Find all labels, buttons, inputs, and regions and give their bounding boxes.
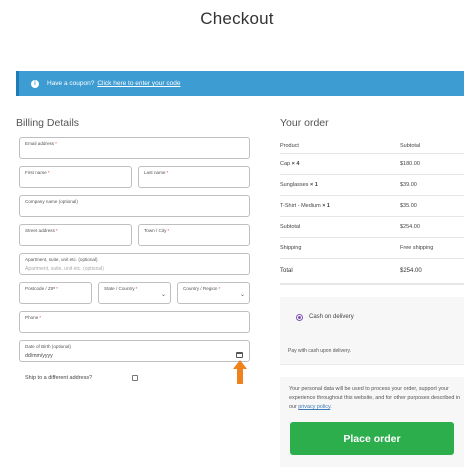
billing-details-title: Billing Details [16, 117, 80, 129]
subtotal-header: Subtotal [400, 143, 421, 149]
subtotal-label: Subtotal [280, 224, 301, 230]
required-marker: * [166, 170, 169, 175]
first-name-label: First name [25, 170, 47, 175]
apartment-field[interactable]: Apartment, suite, unit etc. (optional) A… [19, 253, 250, 275]
chevron-down-icon: ⌄ [160, 292, 166, 298]
town-city-label: Town / City [144, 228, 167, 233]
phone-field[interactable]: Phone* [19, 311, 250, 333]
payment-methods: Cash on delivery Pay with cash upon deli… [280, 297, 464, 365]
last-name-label: Last name [144, 170, 166, 175]
required-marker: * [55, 228, 58, 233]
product-qty: × 1 [309, 182, 318, 188]
product-subtotal: $39.00 [400, 182, 417, 188]
street-address-label: Street address [25, 228, 55, 233]
state-label: State / Country [104, 286, 135, 291]
shipping-row: Shipping Free shipping [280, 238, 464, 259]
shipping-label: Shipping [280, 245, 302, 251]
required-marker: * [167, 228, 170, 233]
privacy-policy-link[interactable]: privacy policy [298, 404, 330, 410]
postcode-field[interactable]: Postcode / ZIP* [19, 282, 92, 304]
date-of-birth-value: dd/mm/yyyy [25, 353, 53, 359]
your-order-title: Your order [280, 117, 329, 129]
coupon-notice: i Have a coupon? Click here to enter you… [16, 71, 464, 96]
required-marker: * [55, 141, 57, 146]
apartment-placeholder: Apartment, suite, unit etc. (optional) [25, 266, 104, 272]
total-row: Total $254.00 [280, 259, 464, 285]
country-label: Country / Region [183, 286, 218, 291]
privacy-end: . [330, 404, 332, 410]
company-name-field[interactable]: Company name (optional) [19, 195, 250, 217]
first-name-field[interactable]: First name* [19, 166, 132, 188]
apartment-label: Apartment, suite, unit etc. (optional) [25, 257, 98, 262]
coupon-text: Have a coupon? [47, 80, 95, 87]
place-order-button[interactable]: Place order [290, 422, 454, 455]
product-subtotal: $35.00 [400, 203, 417, 209]
payment-method-description: Pay with cash upon delivery. [288, 348, 351, 354]
shipping-value: Free shipping [400, 245, 434, 251]
table-row: Sunglasses × 1 $39.00 [280, 175, 464, 196]
required-marker: * [56, 286, 58, 291]
required-marker: * [39, 315, 42, 320]
product-qty: × 4 [291, 161, 300, 167]
town-city-field[interactable]: Town / City* [138, 224, 250, 246]
subtotal-row: Subtotal $254.00 [280, 217, 464, 238]
cash-on-delivery-radio[interactable] [296, 314, 303, 321]
total-label: Total [280, 268, 293, 274]
phone-label: Phone [25, 315, 39, 320]
table-row: Cap × 4 $180.00 [280, 154, 464, 175]
product-name: Sunglasses [280, 182, 309, 188]
product-subtotal: $180.00 [400, 161, 420, 167]
required-marker: * [218, 286, 221, 291]
product-name: T-Shirt - Medium [280, 203, 321, 209]
date-of-birth-field[interactable]: Date of Birth (optional) dd/mm/yyyy [19, 340, 250, 362]
order-table: Product Subtotal Cap × 4 $180.00 Sunglas… [280, 138, 464, 285]
chevron-down-icon: ⌄ [239, 292, 245, 298]
state-select[interactable]: State / Country* ⌄ [98, 282, 171, 304]
subtotal-value: $254.00 [400, 224, 420, 230]
product-qty: × 1 [322, 203, 330, 209]
company-name-label: Company name (optional) [25, 199, 78, 204]
calendar-icon[interactable] [236, 352, 243, 358]
info-icon: i [31, 79, 39, 88]
ship-different-address-label: Ship to a different address? [25, 375, 93, 381]
country-select[interactable]: Country / Region* ⌄ [177, 282, 250, 304]
table-row: T-Shirt - Medium × 1 $35.00 [280, 196, 464, 217]
ship-different-address-checkbox[interactable] [132, 375, 138, 381]
required-marker: * [47, 170, 50, 175]
postcode-label: Postcode / ZIP [25, 286, 56, 291]
street-address-field[interactable]: Street address* [19, 224, 132, 246]
product-header: Product [280, 143, 299, 149]
last-name-field[interactable]: Last name* [138, 166, 250, 188]
required-marker: * [135, 286, 138, 291]
orange-arrow-icon [233, 360, 247, 384]
email-label: Email address [25, 141, 55, 146]
product-name: Cap [280, 161, 291, 167]
email-field[interactable]: Email address* [19, 137, 250, 159]
date-of-birth-label: Date of Birth (optional) [25, 344, 71, 349]
page-title: Checkout [200, 9, 274, 28]
coupon-link[interactable]: Click here to enter your code [97, 80, 180, 87]
order-table-header: Product Subtotal [280, 138, 464, 154]
payment-method-label[interactable]: Cash on delivery [309, 314, 354, 320]
total-value: $254.00 [400, 268, 422, 274]
